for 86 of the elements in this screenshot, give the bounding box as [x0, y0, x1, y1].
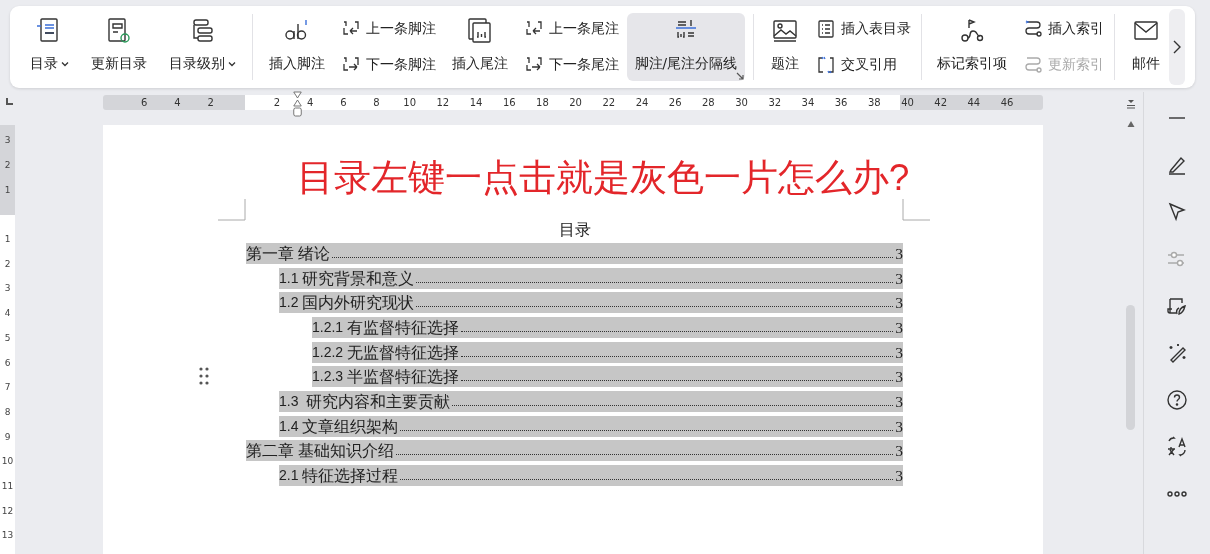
toc-entry[interactable]: 1.3 研究内容和主要贡献 3: [279, 390, 903, 412]
ruler-number: 2: [3, 257, 12, 271]
ruler-number: 3: [3, 134, 12, 148]
ruler-number: 13: [0, 529, 15, 543]
ruler-number: 11: [0, 479, 15, 493]
ruler-number: 9: [3, 430, 12, 444]
help-icon[interactable]: [1165, 388, 1189, 412]
margin-corner-mark: [218, 199, 246, 221]
toc-entry[interactable]: 1.2.1 有监督特征选择 3: [312, 316, 903, 338]
ruler-number: 3: [3, 282, 12, 296]
ribbon-button[interactable]: 目录: [22, 13, 77, 81]
ruler-number: 40: [900, 96, 915, 110]
toc-entry[interactable]: 1.4 文章组织架构 3: [279, 415, 903, 437]
ruler-number: 30: [734, 96, 749, 110]
collapse-icon[interactable]: [1125, 99, 1136, 109]
dialog-launcher-icon[interactable]: [736, 72, 745, 80]
ruler-number: 44: [966, 96, 982, 110]
ribbon-button[interactable]: 上一条脚注: [340, 19, 436, 39]
ribbon-button[interactable]: 邮件: [1123, 13, 1169, 81]
scroll-up-icon[interactable]: [1126, 120, 1135, 128]
drag-handle-icon[interactable]: [199, 367, 209, 385]
ruler-number: 12: [0, 504, 15, 518]
bracket-quote-icon: [815, 55, 836, 75]
ribbon-button[interactable]: 插入索引: [1023, 19, 1105, 39]
translate-icon[interactable]: [1165, 435, 1189, 459]
ruler-number: 2: [272, 96, 282, 110]
scroll-right-button[interactable]: [1169, 9, 1185, 85]
scrollbar-thumb[interactable]: [1126, 305, 1135, 430]
ruler-number: 20: [568, 96, 583, 110]
toc-heading: 目录: [558, 221, 591, 240]
ribbon-button[interactable]: 上一条尾注: [523, 19, 619, 39]
ruler-number: 7: [3, 381, 12, 395]
ruler-number: 10: [0, 455, 15, 469]
ruler-number: 6: [140, 96, 149, 110]
toc-entry[interactable]: 1.1 研究背景和意义 3: [279, 267, 903, 289]
toc-entry[interactable]: 第一章 绪论 3: [246, 242, 903, 264]
ruler-number: 12: [435, 96, 451, 110]
ribbon-button[interactable]: 更新目录: [83, 13, 155, 81]
ruler-number: 46: [999, 96, 1015, 110]
ruler-number: 42: [933, 96, 949, 110]
ribbon-button[interactable]: 下一条尾注: [523, 55, 619, 75]
ribbon-button[interactable]: 插入尾注: [443, 13, 516, 81]
toc-entry[interactable]: 2.1 特征选择过程 3: [279, 465, 903, 487]
ruler-number: 18: [535, 96, 550, 110]
ruler-number: 4: [3, 307, 12, 321]
ruler-number: 24: [634, 96, 650, 110]
ribbon-button[interactable]: 插入表目录: [815, 19, 911, 39]
document-title: 目录左键一点击就是灰色一片怎么办?: [296, 157, 910, 198]
toc-entry[interactable]: 1.2.2 无监督特征选择 3: [312, 341, 903, 363]
ruler-number: 36: [833, 96, 849, 110]
ribbon-button[interactable]: 脚注/尾注分隔线: [626, 13, 746, 81]
tab-stop-icon[interactable]: [4, 97, 14, 107]
ruler-number: 2: [206, 96, 215, 110]
link-path-icon: [1023, 55, 1044, 75]
ruler-number: 5: [3, 331, 12, 345]
ruler-number: 1: [3, 233, 12, 247]
ribbon-button[interactable]: 标记索引项: [929, 13, 1016, 81]
ruler-number: 10: [402, 96, 418, 110]
ruler-number: 8: [3, 405, 12, 419]
link-path-icon: [1023, 19, 1044, 39]
ruler-number: 1: [3, 183, 12, 197]
ruler-number: 38: [866, 96, 882, 110]
ruler-number: 4: [173, 96, 182, 110]
chevron-right-icon: [1172, 39, 1182, 55]
ruler-number: 14: [468, 96, 484, 110]
margin-corner-mark: [902, 199, 930, 221]
ruler-number: 4: [305, 96, 315, 110]
ruler-number: 26: [667, 96, 683, 110]
toc-entry[interactable]: 1.2.3 半监督特征选择 3: [312, 366, 903, 388]
list-page-icon: [815, 19, 836, 39]
toc-entry[interactable]: 第二章 基础知识介绍 3: [246, 440, 903, 462]
ruler-number: 22: [601, 96, 617, 110]
ruler-number: 6: [3, 356, 12, 370]
ruler-number: 2: [3, 159, 12, 173]
toc-entry[interactable]: 1.2 国内外研究现状 3: [279, 292, 903, 314]
ribbon-button[interactable]: 目录级别: [161, 13, 244, 81]
ruler-number: 6: [339, 96, 348, 110]
ribbon-button[interactable]: 题注: [761, 13, 808, 81]
ribbon-button[interactable]: 交叉引用: [815, 55, 911, 75]
ribbon-button[interactable]: 插入脚注: [260, 13, 333, 81]
ruler-number: 34: [800, 96, 816, 110]
ruler-number: 32: [767, 96, 783, 110]
ruler-number: 8: [372, 96, 381, 110]
ribbon-button[interactable]: 下一条脚注: [340, 55, 436, 75]
ruler-number: 28: [701, 96, 716, 110]
ruler-number: 16: [501, 96, 517, 110]
